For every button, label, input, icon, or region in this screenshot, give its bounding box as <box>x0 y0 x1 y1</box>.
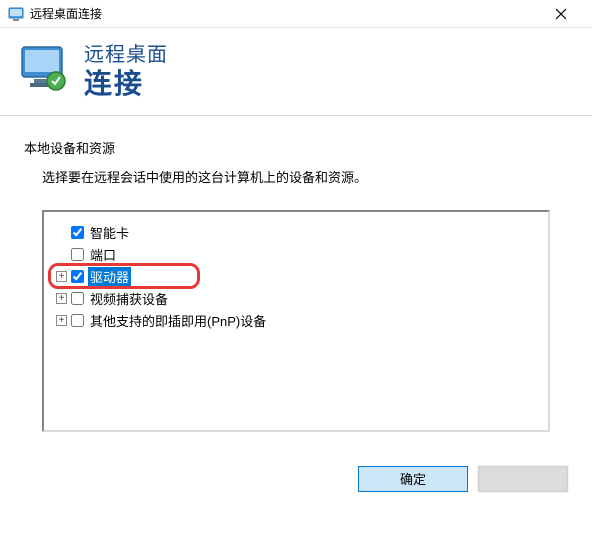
header-title: 连接 <box>84 67 168 101</box>
titlebar: 远程桌面连接 <box>0 0 592 28</box>
expander-icon[interactable]: + <box>56 271 67 282</box>
tree-label[interactable]: 视频捕获设备 <box>88 289 170 308</box>
checkbox-pnp[interactable] <box>71 314 84 327</box>
checkbox-video[interactable] <box>71 292 84 305</box>
close-button[interactable] <box>538 0 584 28</box>
checkbox-drives[interactable] <box>71 270 84 283</box>
button-row: 确定 <box>0 448 592 492</box>
tree-item-ports: 端口 <box>56 244 536 266</box>
section-title: 本地设备和资源 <box>24 138 568 157</box>
content-area: 本地设备和资源 选择要在远程会话中使用的这台计算机上的设备和资源。 智能卡 端口… <box>0 116 592 448</box>
checkbox-smartcard[interactable] <box>71 226 84 239</box>
device-tree[interactable]: 智能卡 端口 + 驱动器 + 视频捕获设备 + 其他支持的即插即用(PnP)设备 <box>42 210 550 432</box>
dialog-header: 远程桌面 连接 <box>0 28 592 116</box>
window-title: 远程桌面连接 <box>30 5 538 22</box>
tree-item-pnp: + 其他支持的即插即用(PnP)设备 <box>56 310 536 332</box>
tree-item-video: + 视频捕获设备 <box>56 288 536 310</box>
tree-label[interactable]: 智能卡 <box>88 223 131 242</box>
tree-item-drives: + 驱动器 <box>56 266 536 288</box>
tree-label[interactable]: 驱动器 <box>88 267 131 286</box>
ok-button[interactable]: 确定 <box>358 466 468 492</box>
header-titles: 远程桌面 连接 <box>84 38 168 101</box>
expander-icon[interactable]: + <box>56 315 67 326</box>
expander-icon[interactable]: + <box>56 293 67 304</box>
rdp-icon <box>18 43 70 95</box>
tree-item-smartcard: 智能卡 <box>56 222 536 244</box>
tree-label[interactable]: 端口 <box>88 245 118 264</box>
app-icon <box>8 6 24 22</box>
tree-label[interactable]: 其他支持的即插即用(PnP)设备 <box>88 311 268 330</box>
checkbox-ports[interactable] <box>71 248 84 261</box>
section-description: 选择要在远程会话中使用的这台计算机上的设备和资源。 <box>42 167 568 186</box>
obscured-button[interactable] <box>478 466 568 492</box>
header-subtitle: 远程桌面 <box>84 38 168 67</box>
